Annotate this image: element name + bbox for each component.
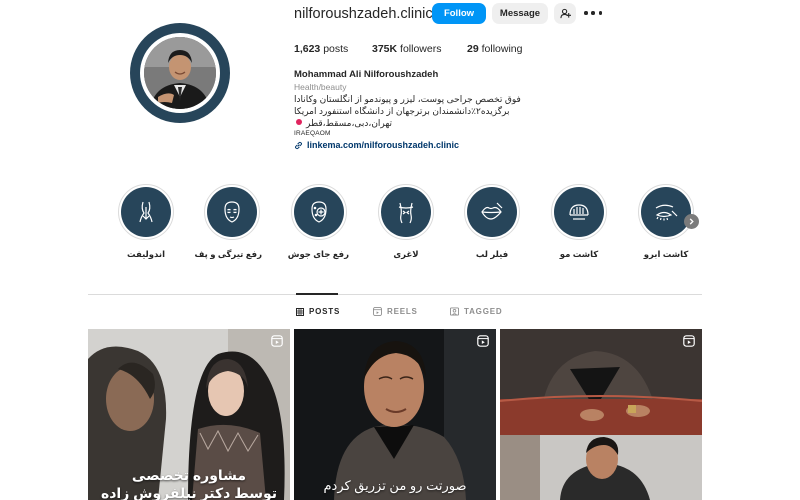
follow-button[interactable]: Follow — [432, 3, 486, 24]
face-dark-circles-icon — [224, 201, 240, 223]
post-tile-meeting[interactable] — [500, 329, 702, 500]
posts-count: 1,623 posts — [294, 43, 349, 55]
profile-link[interactable]: linkema.com/nilforoushzadeh.clinic — [294, 140, 459, 150]
full-name: Mohammad Ali Nilforoushzadeh — [294, 69, 439, 80]
followers-count[interactable]: 375K followers — [372, 43, 441, 55]
lip-filler-icon — [481, 202, 503, 220]
reel-badge-icon — [271, 335, 283, 347]
reel-badge-icon — [683, 335, 695, 347]
post-tile-injection[interactable]: صورتت رو من تزریق کردم — [294, 329, 496, 500]
location-pin-icon — [296, 119, 302, 125]
highlight-dark-circles[interactable]: رفع تیرگی و پف — [195, 184, 262, 260]
tabs-divider — [88, 294, 702, 295]
highlight-hair-transplant[interactable]: کاشت مو — [549, 184, 609, 260]
suggested-users-button[interactable] — [554, 3, 576, 24]
bio-tag: IRAEQAOM — [294, 130, 331, 137]
body-slimming-icon — [398, 202, 414, 224]
highlight-lip-filler[interactable]: فیلر لب — [462, 184, 522, 260]
bio-line-2: برگزیده۲٪دانشمندان برترجهان از دانشگاه ا… — [294, 106, 510, 116]
add-user-icon — [559, 8, 571, 19]
bio-line-3: تهران،دبی،مسقط،قطر — [306, 118, 393, 128]
chevron-right-icon — [689, 218, 694, 225]
endolift-icon — [139, 201, 153, 223]
highlights-next-button[interactable] — [684, 214, 699, 229]
active-tab-indicator — [296, 293, 338, 295]
following-count[interactable]: 29 following — [467, 43, 522, 55]
post-caption: صورتت رو من تزریق کردم — [323, 478, 467, 493]
hair-transplant-icon — [569, 204, 589, 220]
post-caption-line-2: توسط دکتر نیلفروش زاده — [100, 485, 277, 500]
avatar-frame — [140, 33, 220, 113]
highlight-endolift[interactable]: اندولیفت — [116, 184, 176, 260]
highlight-slimming[interactable]: لاغری — [376, 184, 436, 260]
tagged-icon — [450, 307, 459, 316]
category-label: Health/beauty — [294, 82, 347, 92]
post-thumbnail-injection — [294, 329, 496, 500]
grid-icon — [296, 307, 304, 316]
message-button[interactable]: Message — [492, 3, 548, 24]
highlight-acne-scar[interactable]: رفع جای جوش — [288, 184, 349, 260]
reel-badge-icon — [477, 335, 489, 347]
link-icon — [294, 141, 303, 149]
eyebrow-transplant-icon — [655, 204, 678, 221]
avatar-photo — [144, 37, 216, 109]
username: nilforoushzadeh.clinic — [294, 6, 433, 22]
tab-tagged[interactable]: TAGGED — [450, 307, 502, 316]
tab-posts[interactable]: POSTS — [296, 307, 340, 316]
acne-scar-icon — [311, 201, 327, 223]
tab-reels[interactable]: REELS — [373, 307, 418, 316]
bio-line-1: فوق تخصص جراحی پوست، لیزر و پیوندمو از ا… — [294, 94, 521, 104]
reels-icon — [373, 307, 382, 316]
post-tile-consultation[interactable]: مشاوره تخصصی توسط دکتر نیلفروش زاده — [88, 329, 290, 500]
more-options-icon[interactable] — [584, 5, 602, 21]
post-thumbnail-meeting — [500, 329, 702, 500]
profile-avatar[interactable] — [130, 23, 230, 123]
post-caption-line-1: مشاوره تخصصی — [131, 467, 247, 483]
